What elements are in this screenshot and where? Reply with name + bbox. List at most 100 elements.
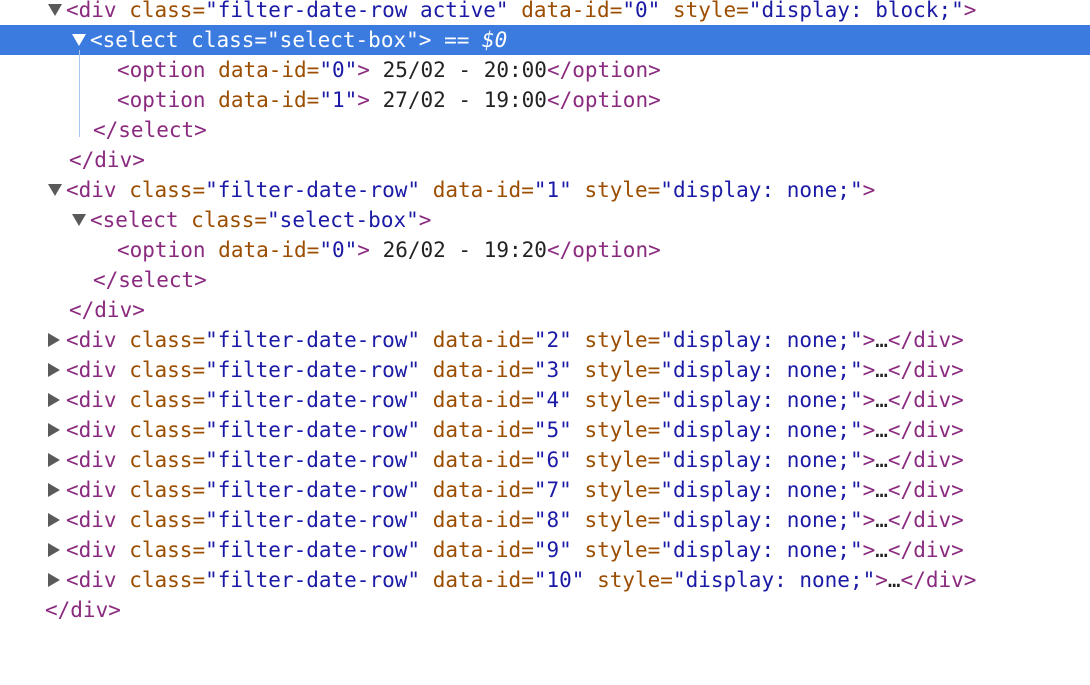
attr-name: class= [129,388,206,412]
tree-node-div-6[interactable]: <div class="filter-date-row" data-id="6"… [0,445,1090,475]
tag-open: <div [66,0,117,22]
tree-node-select-close[interactable]: </select> [0,265,1090,295]
collapsed-ellipsis[interactable]: … [875,478,888,502]
tag-open: <div [66,178,117,202]
tag-end: </div> [69,148,145,172]
console-reference-var: $0 [482,28,508,52]
tree-node-div-3[interactable]: <div class="filter-date-row" data-id="3"… [0,355,1090,385]
attr-value: "filter-date-row" [205,388,421,412]
collapsed-triangle-icon[interactable] [48,423,60,437]
collapsed-triangle-icon[interactable] [48,453,60,467]
attr-value: "display: none;" [660,478,863,502]
collapsed-ellipsis[interactable]: … [875,508,888,532]
attr-value: "filter-date-row" [205,508,421,532]
tag-end: </div> [887,418,964,442]
collapsed-triangle-icon[interactable] [48,573,60,587]
tag-open: <div [66,478,117,502]
tree-node-option-0[interactable]: <option data-id="0"> 26/02 - 19:20</opti… [0,235,1090,265]
tag-close: > [418,208,432,232]
tag-open: <div [66,418,117,442]
tree-node-div-9[interactable]: <div class="filter-date-row" data-id="9"… [0,535,1090,565]
attr-name: data-id= [218,238,320,262]
collapsed-ellipsis[interactable]: … [875,418,888,442]
attr-value: "1" [319,88,358,112]
expand-triangle-icon[interactable] [72,214,86,226]
attr-value: "8" [533,508,572,532]
attr-value: "display: block;" [748,0,964,22]
attr-name: style= [672,0,749,22]
console-reference-equals: == [444,28,470,52]
expand-triangle-icon[interactable] [48,184,62,196]
collapsed-triangle-icon[interactable] [48,333,60,347]
tree-node-div-10[interactable]: <div class="filter-date-row" data-id="10… [0,565,1090,595]
attr-name: data-id= [432,448,534,472]
tag-open: <div [66,388,117,412]
collapsed-ellipsis[interactable]: … [888,568,901,592]
tree-node-parent-close[interactable]: </div> [0,595,1090,625]
tree-node-div-4[interactable]: <div class="filter-date-row" data-id="4"… [0,385,1090,415]
attr-value: "3" [533,358,572,382]
collapsed-triangle-icon[interactable] [48,483,60,497]
tree-node-select-selected[interactable]: <select class="select-box"> == $0 [0,25,1090,55]
tag-open: <select [90,208,179,232]
tag-open: <select [90,28,179,52]
tag-close: > [862,418,876,442]
tree-node-div-0[interactable]: <div class="filter-date-row active" data… [0,0,1090,25]
tag-close: > [875,568,888,592]
tree-node-select-close[interactable]: </select> [0,115,1090,145]
attr-name: data-id= [432,478,534,502]
tree-node-div-1[interactable]: <div class="filter-date-row" data-id="1"… [0,175,1090,205]
tag-close: > [862,538,876,562]
tree-node-option-0[interactable]: <option data-id="0"> 25/02 - 20:00</opti… [0,55,1090,85]
tree-node-div-2[interactable]: <div class="filter-date-row" data-id="2"… [0,325,1090,355]
tree-node-div-7[interactable]: <div class="filter-date-row" data-id="7"… [0,475,1090,505]
tree-node-div-8[interactable]: <div class="filter-date-row" data-id="8"… [0,505,1090,535]
tree-node-div-close[interactable]: </div> [0,295,1090,325]
tag-end: </option> [546,88,661,112]
tag-end: </div> [887,448,964,472]
attr-name: style= [584,358,661,382]
attr-value: "select-box" [267,28,419,52]
tag-close: > [357,58,370,82]
attr-value: "2" [533,328,572,352]
collapsed-ellipsis[interactable]: … [875,388,888,412]
attr-name: class= [191,208,268,232]
collapsed-ellipsis[interactable]: … [875,328,888,352]
collapsed-ellipsis[interactable]: … [875,538,888,562]
attr-name: data-id= [432,178,534,202]
collapsed-triangle-icon[interactable] [48,543,60,557]
attr-value: "1" [533,178,572,202]
collapsed-ellipsis[interactable]: … [875,448,888,472]
tag-close: > [862,388,876,412]
tag-end: </div> [69,298,145,322]
tag-open: <option [117,238,206,262]
expand-triangle-icon[interactable] [48,4,62,16]
attr-value: "0" [319,238,358,262]
attr-name: data-id= [432,328,534,352]
attr-name: data-id= [432,568,534,592]
attr-name: class= [191,28,268,52]
attr-value: "5" [533,418,572,442]
attr-value: "0" [319,58,358,82]
tree-node-select[interactable]: <select class="select-box"> [0,205,1090,235]
attr-name: style= [584,478,661,502]
tree-node-option-1[interactable]: <option data-id="1"> 27/02 - 19:00</opti… [0,85,1090,115]
tag-end: </div> [887,538,964,562]
collapsed-triangle-icon[interactable] [48,393,60,407]
attr-value: "0" [622,0,661,22]
tag-open: <option [117,58,206,82]
tag-open: <div [66,568,117,592]
attr-name: style= [597,568,673,592]
expand-triangle-icon[interactable] [72,34,86,46]
selection-indent-guide [79,50,80,137]
tag-end: </div> [900,568,977,592]
tree-node-div-close[interactable]: </div> [0,145,1090,175]
tree-node-div-5[interactable]: <div class="filter-date-row" data-id="5"… [0,415,1090,445]
tag-open: <div [66,358,117,382]
collapsed-triangle-icon[interactable] [48,513,60,527]
collapsed-ellipsis[interactable]: … [875,358,888,382]
collapsed-triangle-icon[interactable] [48,363,60,377]
attr-name: data-id= [432,538,534,562]
attr-value: "filter-date-row" [205,178,421,202]
attr-name: style= [584,388,661,412]
